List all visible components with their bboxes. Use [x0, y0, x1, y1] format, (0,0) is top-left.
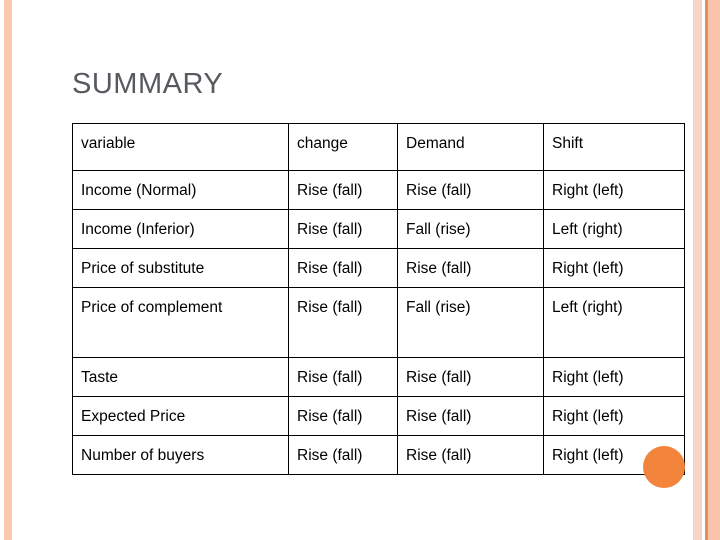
right-accent-band: [688, 0, 720, 540]
cell-text: Rise (fall): [297, 182, 363, 199]
cell-variable: Income (Inferior): [72, 209, 289, 249]
summary-table: variable change Demand Shift Income (Nor…: [72, 123, 685, 475]
cell-demand: Rise (fall): [397, 248, 544, 288]
cell-change: Rise (fall): [288, 396, 398, 436]
cell-demand: Fall (rise): [397, 287, 544, 358]
cell-change: Rise (fall): [288, 435, 398, 475]
cell-demand: Fall (rise): [397, 209, 544, 249]
cell-text: Right (left): [552, 369, 624, 386]
table-header-cell-change: change: [288, 123, 398, 171]
cell-shift: Right (left): [543, 357, 685, 397]
cell-change: Rise (fall): [288, 170, 398, 210]
cell-text: Rise (fall): [297, 447, 363, 464]
cell-variable: Price of complement: [72, 287, 289, 358]
table-row: Expected Price Rise (fall) Rise (fall) R…: [72, 396, 685, 436]
cell-variable: Number of buyers: [72, 435, 289, 475]
cell-demand: Rise (fall): [397, 357, 544, 397]
header-label-change: change: [297, 135, 348, 152]
cell-text: Price of complement: [81, 299, 223, 316]
cell-variable: Price of substitute: [72, 248, 289, 288]
cell-shift: Left (right): [543, 287, 685, 358]
cell-text: Rise (fall): [297, 299, 363, 316]
right-band-stripe-2: [693, 0, 702, 540]
cell-text: Fall (rise): [406, 221, 471, 238]
cell-text: Price of substitute: [81, 260, 205, 277]
header-label-shift: Shift: [552, 135, 584, 152]
cell-text: Expected Price: [81, 408, 186, 425]
cell-demand: Rise (fall): [397, 396, 544, 436]
left-accent-stripe: [4, 0, 12, 540]
page-title: SUMMARY: [72, 68, 224, 100]
cell-text: Taste: [81, 369, 119, 386]
cell-text: Right (left): [552, 260, 624, 277]
cell-text: Number of buyers: [81, 447, 205, 464]
cell-text: Right (left): [552, 182, 624, 199]
cell-text: Rise (fall): [406, 369, 472, 386]
slide-canvas: SUMMARY variable change Demand Shift Inc…: [0, 0, 720, 540]
cell-text: Left (right): [552, 221, 623, 238]
cell-text: Rise (fall): [406, 182, 472, 199]
cell-shift: Right (left): [543, 170, 685, 210]
cell-text: Rise (fall): [297, 408, 363, 425]
cell-variable: Expected Price: [72, 396, 289, 436]
cell-text: Left (right): [552, 299, 623, 316]
cell-variable: Taste: [72, 357, 289, 397]
cell-change: Rise (fall): [288, 287, 398, 358]
table-header-cell-demand: Demand: [397, 123, 544, 171]
cell-text: Rise (fall): [297, 369, 363, 386]
cell-text: Rise (fall): [406, 447, 472, 464]
cell-shift: Right (left): [543, 248, 685, 288]
cell-text: Rise (fall): [406, 260, 472, 277]
cell-demand: Rise (fall): [397, 170, 544, 210]
cell-shift: Right (left): [543, 396, 685, 436]
table-row: Price of complement Rise (fall) Fall (ri…: [72, 287, 685, 358]
cell-change: Rise (fall): [288, 357, 398, 397]
cell-demand: Rise (fall): [397, 435, 544, 475]
cell-text: Rise (fall): [297, 221, 363, 238]
cell-variable: Income (Normal): [72, 170, 289, 210]
cell-text: Fall (rise): [406, 299, 471, 316]
cell-change: Rise (fall): [288, 209, 398, 249]
cell-text: Rise (fall): [297, 260, 363, 277]
cell-shift: Left (right): [543, 209, 685, 249]
table-header-cell-variable: variable: [72, 123, 289, 171]
cell-text: Income (Inferior): [81, 221, 195, 238]
cell-text: Rise (fall): [406, 408, 472, 425]
cell-change: Rise (fall): [288, 248, 398, 288]
table-header-cell-shift: Shift: [543, 123, 685, 171]
table-header-row: variable change Demand Shift: [72, 123, 685, 171]
cell-text: Right (left): [552, 408, 624, 425]
cell-text: Income (Normal): [81, 182, 197, 199]
table-row: Income (Inferior) Rise (fall) Fall (rise…: [72, 209, 685, 249]
header-label-demand: Demand: [406, 135, 465, 152]
orange-circle-decoration: [643, 446, 685, 488]
table-row: Income (Normal) Rise (fall) Rise (fall) …: [72, 170, 685, 210]
table-row: Price of substitute Rise (fall) Rise (fa…: [72, 248, 685, 288]
table-row: Taste Rise (fall) Rise (fall) Right (lef…: [72, 357, 685, 397]
header-label-variable: variable: [81, 135, 136, 152]
table-row: Number of buyers Rise (fall) Rise (fall)…: [72, 435, 685, 475]
right-band-stripe-5: [708, 0, 720, 540]
